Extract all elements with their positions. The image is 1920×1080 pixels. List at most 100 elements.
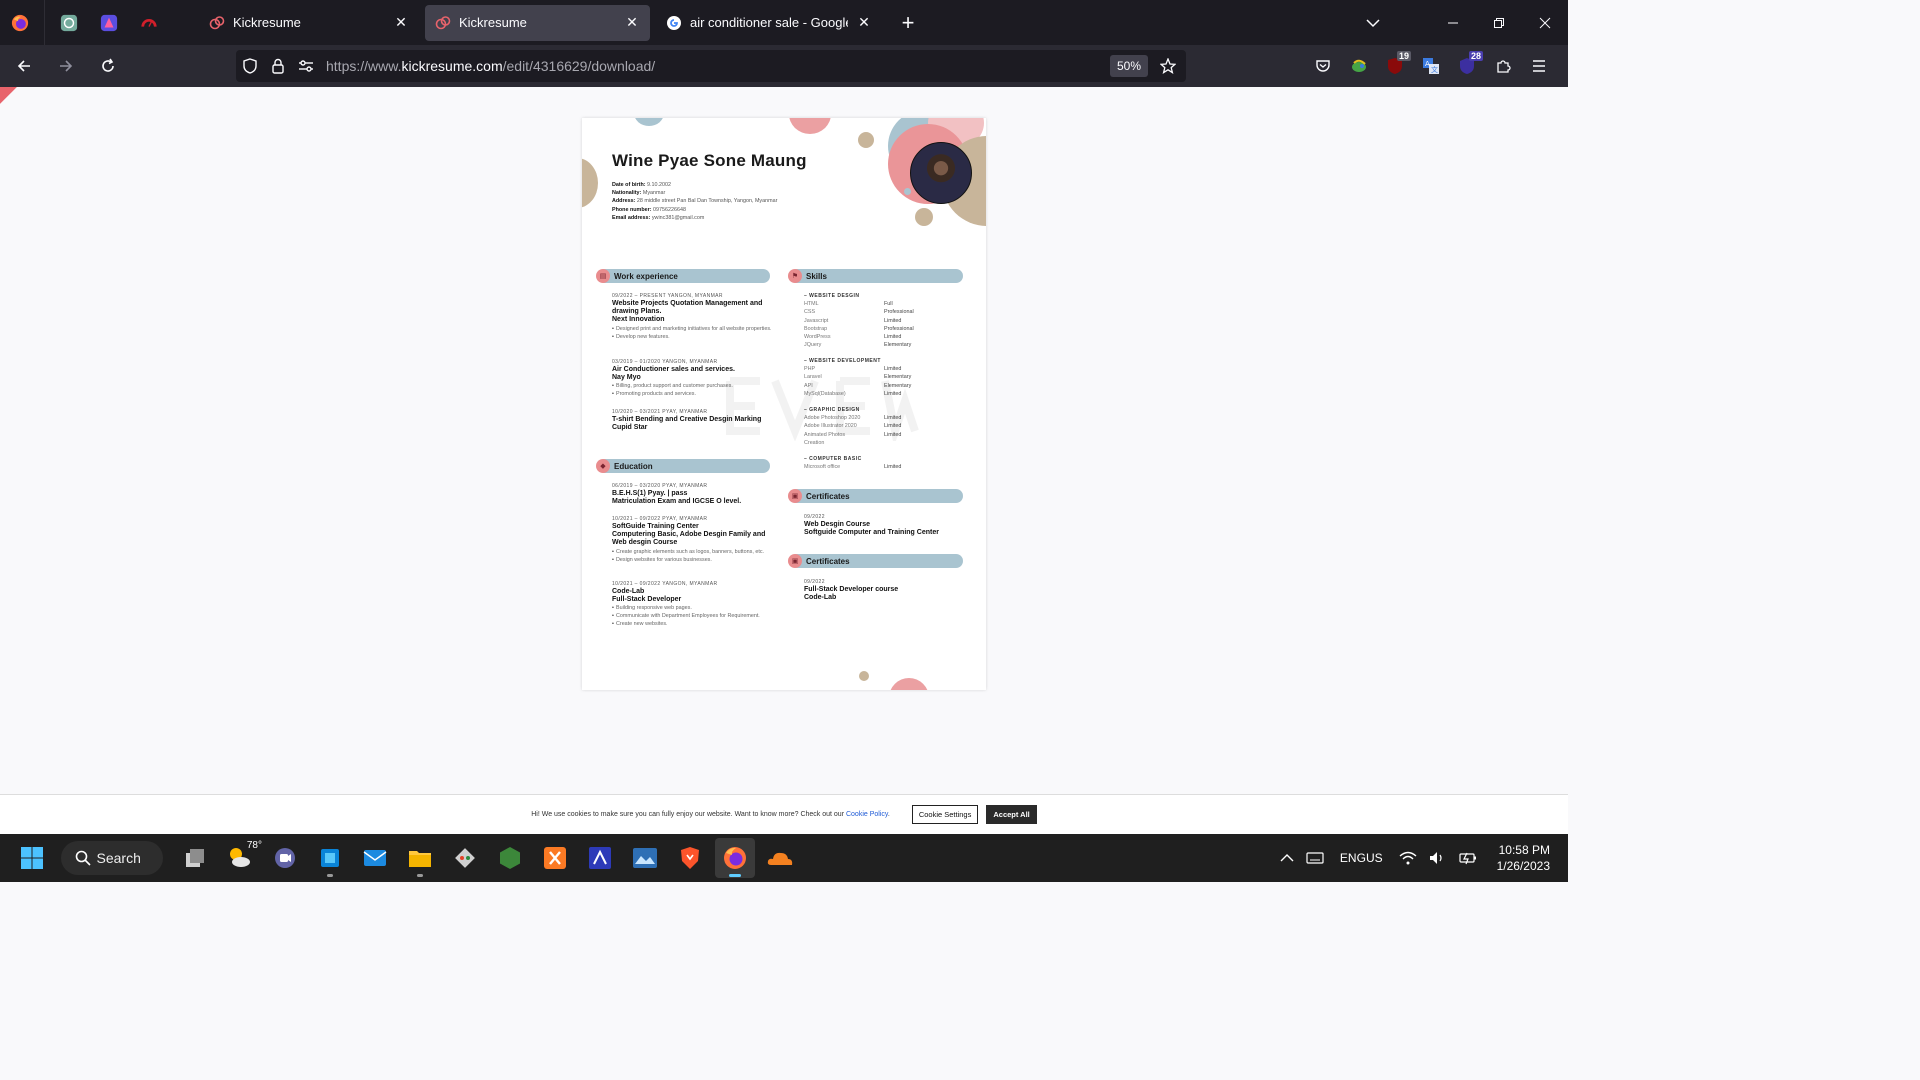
task-view-icon[interactable] — [175, 838, 215, 878]
taskbar-search[interactable]: Search — [60, 841, 163, 875]
photos-app-icon[interactable] — [625, 838, 665, 878]
close-window-button[interactable] — [1522, 0, 1568, 45]
firefox-menu-icon[interactable] — [0, 0, 40, 45]
code-editor-icon[interactable] — [580, 838, 620, 878]
entry-subtitle: Code-Lab — [804, 594, 837, 602]
url-text[interactable]: https://www.kickresume.com/edit/4316629/… — [326, 58, 1110, 74]
section-title: Certificates — [806, 491, 850, 501]
navigation-bar: https://www.kickresume.com/edit/4316629/… — [0, 45, 1568, 87]
permissions-icon[interactable] — [292, 50, 320, 82]
skill-row: JQuery Elementary — [804, 341, 964, 349]
pinned-tab-gauge[interactable] — [129, 0, 169, 45]
svg-text:A: A — [1425, 60, 1430, 68]
briefcase-icon: ▤ — [596, 269, 610, 283]
extension-globe-icon[interactable] — [1341, 50, 1377, 82]
skill-group-title: – COMPUTER BASIC — [804, 456, 862, 462]
zoom-level-button[interactable]: 50% — [1109, 55, 1148, 77]
bookmark-star-icon[interactable] — [1154, 50, 1182, 82]
info-value: ywinc381@gmail.com — [651, 214, 705, 221]
decor-circle — [904, 188, 911, 195]
keyboard-icon[interactable] — [1300, 834, 1330, 882]
accept-all-button[interactable]: Accept All — [986, 805, 1037, 824]
info-value: 9.10.2002 — [647, 182, 672, 188]
clock[interactable]: 10:58 PM 1/26/2023 — [1483, 834, 1568, 882]
tab-kickresume-2[interactable]: Kickresume ✕ — [425, 4, 650, 41]
restore-button[interactable] — [1476, 0, 1522, 45]
skill-level: Limited — [884, 317, 902, 324]
language-indicator[interactable]: ENG US — [1330, 834, 1393, 882]
entry-title: Website Projects Quotation Management an… — [612, 300, 763, 316]
close-tab-icon[interactable]: ✕ — [393, 14, 409, 31]
cloudflare-icon[interactable] — [760, 838, 800, 878]
tracking-shield-icon[interactable] — [236, 50, 264, 82]
info-value: 28 middle street Pan Bal Dan Township, Y… — [636, 198, 778, 205]
address-bar[interactable]: https://www.kickresume.com/edit/4316629/… — [236, 50, 1186, 82]
lock-icon[interactable] — [264, 50, 292, 82]
resume-name: Wine Pyae Sone Maung — [612, 151, 807, 170]
tab-kickresume-1[interactable]: Kickresume ✕ — [199, 5, 419, 41]
file-explorer-icon[interactable] — [400, 838, 440, 878]
profile-photo — [910, 142, 972, 204]
wifi-icon[interactable] — [1393, 834, 1423, 882]
info-row: Email address: ywinc381@gmail.com — [612, 214, 777, 222]
node-app-icon[interactable] — [490, 838, 530, 878]
reload-icon[interactable] — [90, 50, 126, 82]
section-header-certificates-1: ▣ Certificates — [788, 489, 963, 503]
close-tab-icon[interactable]: ✕ — [856, 14, 872, 31]
xampp-icon[interactable] — [535, 838, 575, 878]
entry-meta: 06/2019 – 03/2020 PYAY, MYANMAR — [612, 483, 708, 489]
entry-bullet: Building responsive web pages. — [612, 604, 772, 612]
education-entry: 06/2019 – 03/2020 PYAY, MYANMAR B.E.H.S(… — [612, 482, 772, 506]
close-tab-icon[interactable]: ✕ — [624, 14, 640, 31]
cookie-policy-link[interactable]: Cookie Policy — [846, 811, 888, 818]
entry-meta: 09/2022 – PRESENT YANGON, MYANMAR — [612, 293, 723, 299]
entry-meta: 10/2021 – 09/2022 YANGON, MYANMAR — [612, 581, 718, 587]
list-all-tabs-icon[interactable] — [1350, 0, 1396, 45]
skill-row: HTML Full — [804, 300, 964, 308]
windows-start-icon[interactable] — [12, 838, 52, 878]
hamburger-menu-icon[interactable] — [1521, 50, 1557, 82]
windows-taskbar: Search 78° ENG US 10:58 PM 1/26/2023 — [0, 834, 1568, 882]
education-entry: 10/2021 – 09/2022 YANGON, MYANMAR Code-L… — [612, 580, 772, 628]
teams-chat-icon[interactable] — [265, 838, 305, 878]
battery-icon[interactable] — [1453, 834, 1483, 882]
ublock-count: 19 — [1396, 51, 1411, 61]
entry-meta: 09/2022 — [804, 514, 825, 520]
minimize-button[interactable] — [1430, 0, 1476, 45]
forward-arrow-icon[interactable] — [48, 50, 84, 82]
store-app-icon[interactable] — [310, 838, 350, 878]
volume-icon[interactable] — [1423, 834, 1453, 882]
pinned-tab-chatgpt[interactable] — [49, 0, 89, 45]
entry-bullet: Create new websites. — [612, 620, 772, 628]
cookie-settings-button[interactable]: Cookie Settings — [911, 805, 979, 824]
entry-title: SoftGuide Training Center — [612, 523, 699, 530]
extension-shield-icon[interactable]: 28 — [1449, 50, 1485, 82]
firefox-taskbar-icon[interactable] — [715, 838, 755, 878]
system-tray: ENG US 10:58 PM 1/26/2023 — [1274, 834, 1568, 882]
clock-date: 1/26/2023 — [1496, 859, 1550, 873]
skill-name: WordPress — [804, 334, 831, 341]
section-header-skills: ⚑ Skills — [788, 269, 963, 283]
pocket-icon[interactable] — [1305, 50, 1341, 82]
weather-widget-icon[interactable]: 78° — [220, 838, 262, 878]
show-hidden-icons[interactable] — [1274, 834, 1300, 882]
extensions-puzzle-icon[interactable] — [1485, 50, 1521, 82]
skill-level: Limited — [884, 464, 902, 471]
new-tab-button[interactable]: + — [894, 10, 922, 36]
ublock-icon[interactable]: 19 — [1377, 50, 1413, 82]
git-app-icon[interactable] — [445, 838, 485, 878]
skill-row: Javascript Limited — [804, 317, 964, 325]
pinned-separator — [44, 0, 45, 45]
entry-meta: 10/2021 – 09/2022 PYAY, MYANMAR — [612, 516, 708, 522]
weather-temp: 78° — [246, 840, 262, 851]
mail-icon[interactable] — [355, 838, 395, 878]
pinned-tab-app[interactable] — [89, 0, 129, 45]
url-prefix: https://www. — [326, 58, 402, 74]
translate-icon[interactable]: A文 — [1413, 50, 1449, 82]
brave-browser-icon[interactable] — [670, 838, 710, 878]
tab-title: Kickresume — [233, 15, 301, 30]
tab-google-search[interactable]: air conditioner sale - Google Se ✕ — [656, 5, 882, 41]
back-arrow-icon[interactable] — [6, 50, 42, 82]
entry-meta: 09/2022 — [804, 579, 825, 585]
kickresume-icon — [209, 15, 225, 29]
